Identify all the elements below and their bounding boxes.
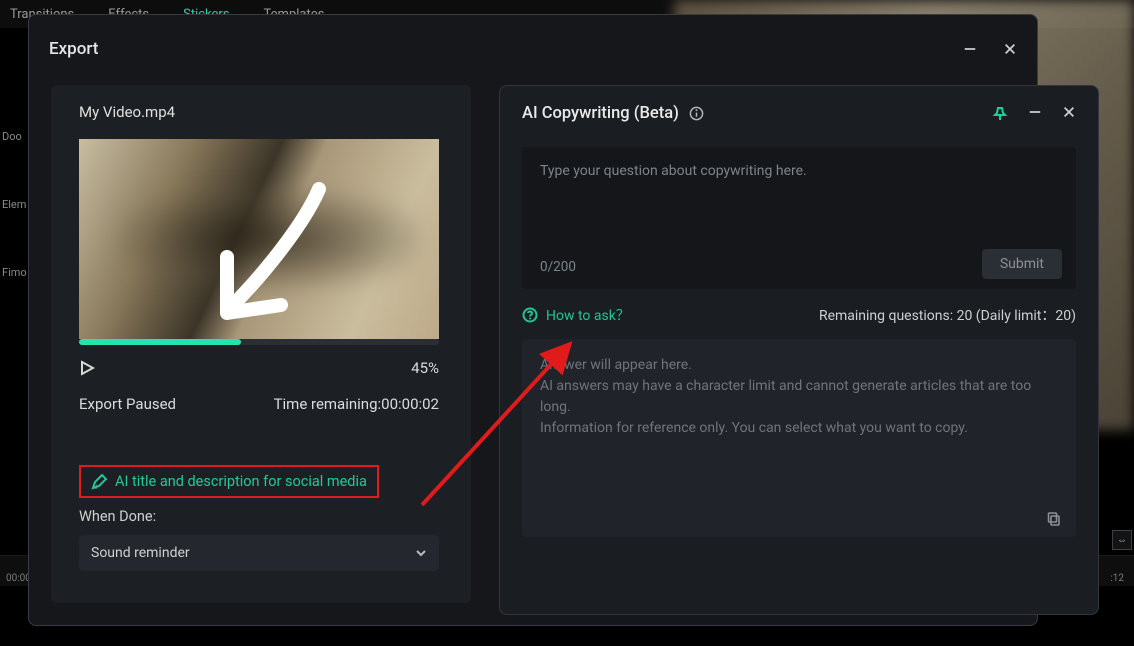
video-preview[interactable] — [79, 139, 439, 339]
question-icon — [522, 307, 538, 323]
answer-line-2: AI answers may have a character limit an… — [540, 376, 1058, 418]
export-progress — [79, 339, 439, 345]
ai-close-button[interactable] — [1062, 104, 1076, 123]
info-icon[interactable] — [689, 106, 704, 121]
pen-icon: AI — [91, 474, 107, 490]
pin-icon[interactable] — [992, 106, 1008, 122]
modal-header: Export — [29, 15, 1037, 69]
ai-panel-controls — [992, 104, 1076, 123]
export-filename: My Video.mp4 — [79, 103, 443, 121]
side-doo[interactable]: Doo — [0, 130, 30, 143]
answer-line-1: Answer will appear here. — [540, 355, 1058, 376]
close-button[interactable] — [1001, 40, 1019, 58]
modal-title: Export — [49, 39, 98, 59]
export-modal: Export My Video.mp4 45% — [28, 14, 1038, 626]
expand-icon[interactable]: ⇔ — [1112, 530, 1132, 550]
left-toolbar: Doo Elem Fimo — [0, 130, 30, 334]
ai-minimize-button[interactable] — [1028, 104, 1042, 123]
play-row: 45% — [79, 359, 439, 377]
answer-output-box[interactable]: Answer will appear here. AI answers may … — [522, 339, 1076, 537]
submit-button[interactable]: Submit — [982, 249, 1062, 279]
ai-title-description-link[interactable]: AI AI title and description for social m… — [79, 465, 379, 498]
ai-copywriting-panel: AI Copywriting (Beta) — [499, 85, 1099, 615]
ai-panel-header: AI Copywriting (Beta) — [522, 104, 1076, 123]
copy-icon[interactable] — [1046, 511, 1062, 527]
ai-panel-title: AI Copywriting (Beta) — [522, 104, 704, 123]
char-count: 0/200 — [540, 259, 576, 275]
export-progress-fill — [79, 339, 241, 345]
side-fimo[interactable]: Fimo — [0, 266, 30, 279]
export-status: Export Paused — [79, 395, 176, 413]
how-to-ask-link[interactable]: How to ask？ — [522, 305, 630, 325]
window-controls — [961, 40, 1019, 58]
export-left-panel: My Video.mp4 45% Export Paused Time rema… — [51, 85, 471, 603]
export-percent: 45% — [411, 359, 439, 377]
arrow-overlay-icon — [209, 179, 339, 329]
status-row: Export Paused Time remaining:00:00:02 — [79, 395, 439, 413]
when-done-label: When Done: — [79, 508, 443, 525]
svg-text:AI: AI — [92, 484, 98, 490]
dropdown-value: Sound reminder — [91, 545, 190, 561]
how-to-ask-label: How to ask？ — [546, 305, 630, 325]
minimize-button[interactable] — [961, 40, 979, 58]
export-time-remaining: Time remaining:00:00:02 — [274, 395, 439, 413]
timeline-right-marker: :12 — [1110, 573, 1124, 584]
remaining-questions: Remaining questions: 20 (Daily limit：20) — [819, 305, 1076, 325]
play-icon[interactable] — [79, 360, 95, 376]
question-input-box[interactable]: Type your question about copywriting her… — [522, 147, 1076, 289]
answer-line-3: Information for reference only. You can … — [540, 418, 1058, 439]
ai-title-label: AI title and description for social medi… — [115, 473, 367, 490]
question-placeholder: Type your question about copywriting her… — [540, 163, 1058, 179]
side-elem[interactable]: Elem — [0, 198, 30, 211]
chevron-down-icon — [415, 547, 427, 559]
when-done-dropdown[interactable]: Sound reminder — [79, 535, 439, 571]
ai-middle-row: How to ask？ Remaining questions: 20 (Dai… — [522, 305, 1076, 325]
